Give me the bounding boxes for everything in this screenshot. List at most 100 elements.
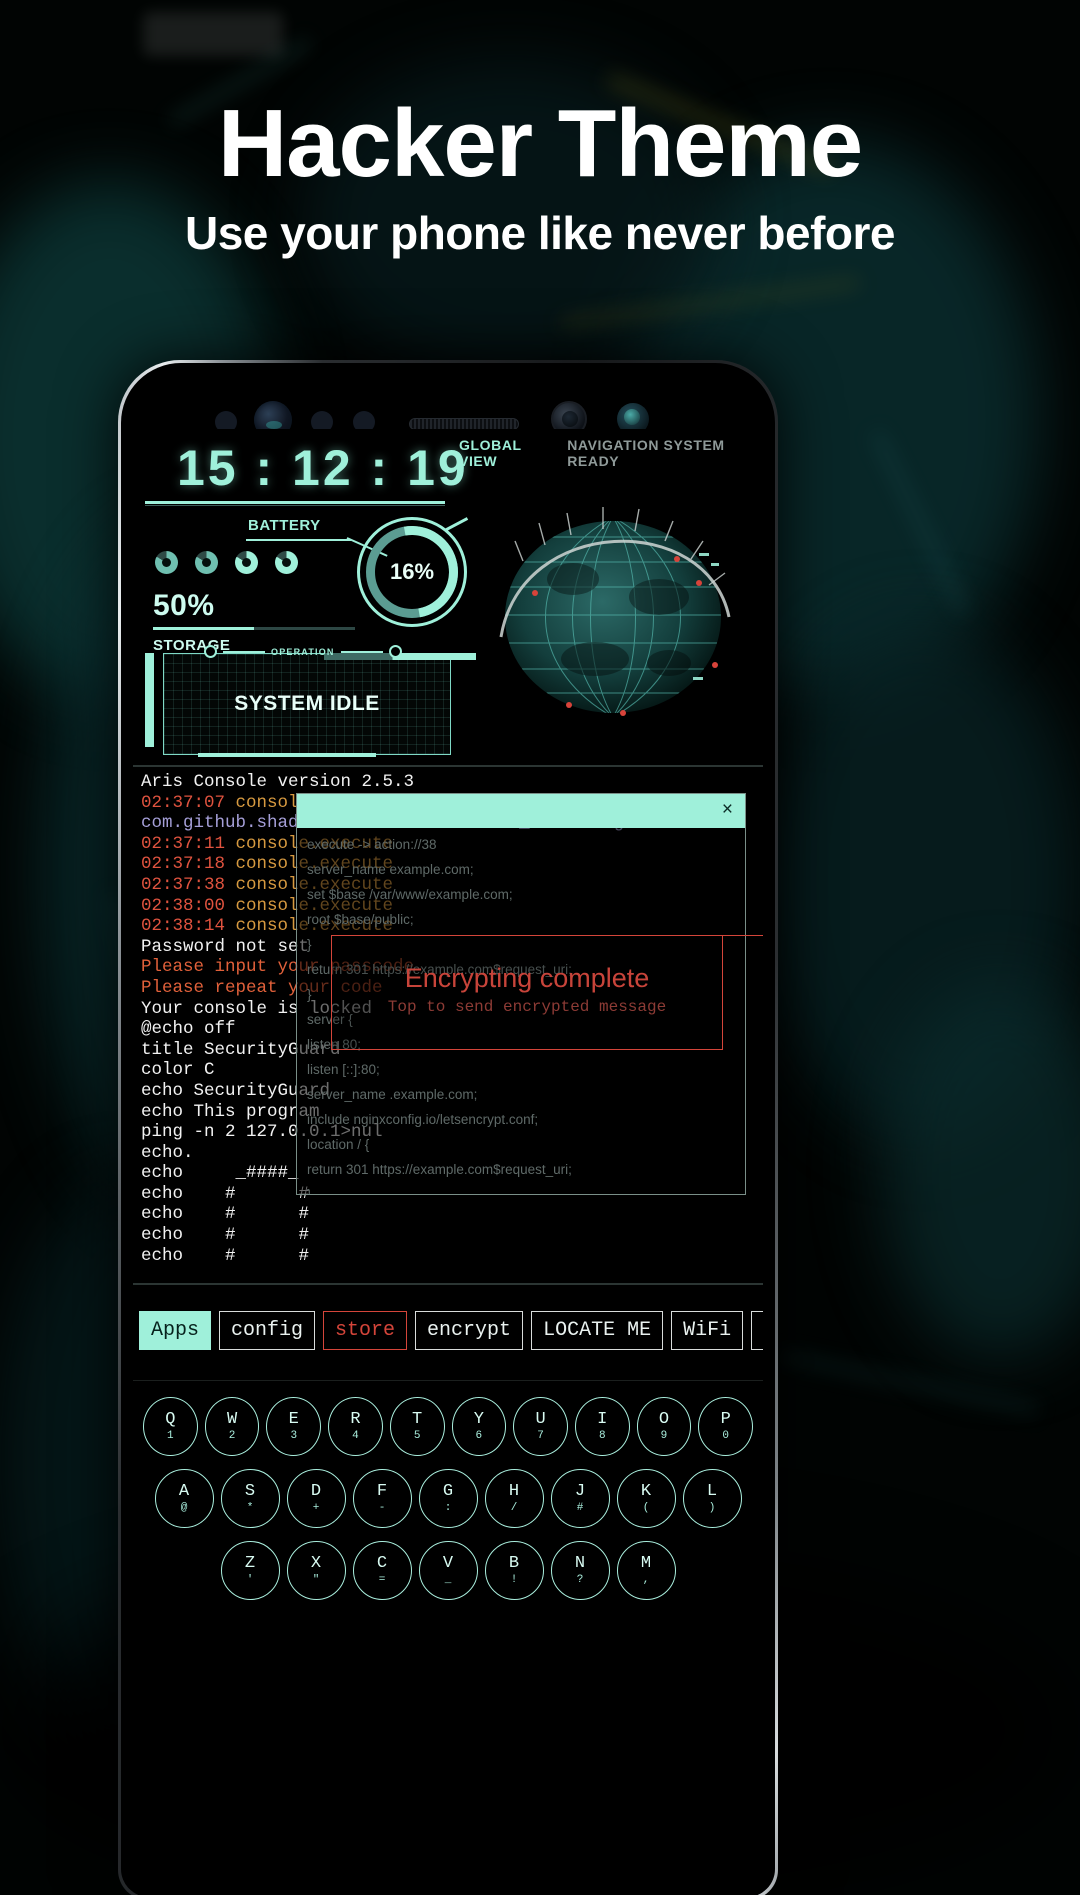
key-sub-label: = bbox=[378, 1574, 386, 1586]
key-sub-label: ( bbox=[642, 1502, 650, 1514]
key-y[interactable]: Y6 bbox=[451, 1397, 507, 1456]
status-dot bbox=[235, 551, 258, 574]
key-q[interactable]: Q1 bbox=[142, 1397, 198, 1456]
key-sub-label: ) bbox=[708, 1502, 716, 1514]
key-o[interactable]: O9 bbox=[636, 1397, 692, 1456]
key-sub-label: @ bbox=[180, 1502, 188, 1514]
key-m[interactable]: M, bbox=[616, 1541, 676, 1600]
chip-locate-me[interactable]: LOCATE ME bbox=[531, 1311, 664, 1350]
page-subtitle: Use your phone like never before bbox=[184, 207, 896, 259]
key-sub-label: 3 bbox=[290, 1430, 298, 1442]
key-sub-label: 8 bbox=[598, 1430, 606, 1442]
key-main-label: E bbox=[288, 1410, 299, 1429]
promo-screenshot: Hacker Theme Use your phone like never b… bbox=[0, 0, 1080, 1895]
key-e[interactable]: E3 bbox=[266, 1397, 322, 1456]
key-x[interactable]: X " bbox=[286, 1541, 346, 1600]
key-main-label: P bbox=[720, 1410, 731, 1429]
key-sub-label: ' bbox=[246, 1574, 254, 1586]
key-sub-label: 9 bbox=[660, 1430, 668, 1442]
keyboard-row-2: A @ S * D + F - G: H / J # K(L) bbox=[143, 1469, 753, 1528]
key-main-label: F bbox=[376, 1482, 388, 1501]
key-z[interactable]: Z ' bbox=[220, 1541, 280, 1600]
key-p[interactable]: P0 bbox=[698, 1397, 754, 1456]
status-dot bbox=[195, 551, 218, 574]
close-icon[interactable]: × bbox=[722, 800, 733, 819]
key-j[interactable]: J # bbox=[550, 1469, 610, 1528]
key-main-label: Y bbox=[473, 1410, 484, 1429]
console-version: Aris Console version 2.5.3 bbox=[141, 772, 415, 792]
key-sub-label: 0 bbox=[722, 1430, 729, 1442]
key-main-label: C bbox=[376, 1554, 388, 1573]
alert-subtitle: Top to send encrypted message bbox=[387, 997, 667, 1016]
chip-store[interactable]: store bbox=[323, 1311, 408, 1350]
key-h[interactable]: H / bbox=[484, 1469, 544, 1528]
key-n[interactable]: N? bbox=[550, 1541, 610, 1600]
storage-progress-bar bbox=[153, 627, 355, 630]
key-sub-label: 2 bbox=[228, 1430, 236, 1442]
key-w[interactable]: W2 bbox=[204, 1397, 260, 1456]
alert-red-line bbox=[723, 935, 763, 936]
key-r[interactable]: R4 bbox=[328, 1397, 383, 1456]
chip-encrypt[interactable]: encrypt bbox=[415, 1311, 524, 1350]
key-c[interactable]: C = bbox=[352, 1541, 412, 1600]
key-sub-label: 7 bbox=[537, 1430, 544, 1442]
operation-status: SYSTEM IDLE bbox=[234, 692, 380, 715]
key-sub-label: 1 bbox=[167, 1430, 174, 1442]
key-i[interactable]: I8 bbox=[574, 1397, 630, 1456]
key-sub-label: ! bbox=[510, 1574, 518, 1586]
key-l[interactable]: L) bbox=[682, 1469, 742, 1528]
chip-bluetooth[interactable]: Bluetooth bbox=[751, 1311, 763, 1350]
phone-screen: GLOBAL VIEW NAVIGATION SYSTEM READY 1 5 :… bbox=[133, 429, 763, 1895]
operation-panel: OPERATION SYSTEM IDLE bbox=[139, 645, 476, 757]
chip-wifi[interactable]: WiFi bbox=[671, 1311, 744, 1350]
key-sub-label: , bbox=[642, 1574, 650, 1586]
overlay-line: set $base /var/www/example.com; bbox=[307, 887, 513, 902]
key-d[interactable]: D + bbox=[286, 1469, 346, 1528]
quick-actions-bar: Apps config store encrypt LOCATE ME WiFi… bbox=[133, 1285, 763, 1381]
key-a[interactable]: A @ bbox=[154, 1469, 214, 1528]
key-main-label: I bbox=[597, 1410, 608, 1429]
key-sub-label: - bbox=[378, 1502, 386, 1514]
key-s[interactable]: S * bbox=[220, 1469, 280, 1528]
overlay-line: include nginxconfig.io/letsencrypt.conf; bbox=[307, 1112, 539, 1127]
key-sub-label: + bbox=[312, 1502, 320, 1514]
key-main-label: Z bbox=[244, 1554, 256, 1573]
key-main-label: K bbox=[640, 1482, 652, 1501]
on-screen-keyboard[interactable]: Q1W2E3R4T5Y6U7I8O9P0 A @ S * D + F - G: H / J # K(L) … bbox=[133, 1381, 763, 1895]
console-panel[interactable]: Aris Console version 2.5.3 02:37:07 cons… bbox=[133, 767, 763, 1285]
key-sub-label: : bbox=[444, 1502, 452, 1514]
phone-mockup: GLOBAL VIEW NAVIGATION SYSTEM READY 1 5 :… bbox=[118, 360, 778, 1895]
key-main-label: M bbox=[640, 1554, 652, 1573]
key-sub-label: 4 bbox=[352, 1430, 359, 1442]
encryption-alert-dialog[interactable]: Encrypting complete Top to send encrypte… bbox=[331, 935, 723, 1050]
battery-ring-gauge: 16% bbox=[347, 507, 477, 637]
key-sub-label: * bbox=[246, 1502, 254, 1514]
key-sub-label: 5 bbox=[413, 1430, 421, 1442]
key-t[interactable]: T5 bbox=[389, 1397, 445, 1456]
hud-panel: GLOBAL VIEW NAVIGATION SYSTEM READY 15 :… bbox=[133, 429, 763, 767]
hud-header: GLOBAL VIEW NAVIGATION SYSTEM READY bbox=[459, 437, 759, 469]
key-main-label: H bbox=[508, 1482, 520, 1501]
key-b[interactable]: B! bbox=[484, 1541, 544, 1600]
key-u[interactable]: U7 bbox=[513, 1397, 568, 1456]
status-dot bbox=[155, 551, 178, 574]
overlay-line: return 301 https://example.com$request_u… bbox=[307, 1162, 572, 1177]
key-main-label: S bbox=[244, 1482, 256, 1501]
key-main-label: L bbox=[706, 1482, 718, 1501]
key-f[interactable]: F- bbox=[352, 1469, 412, 1528]
key-main-label: W bbox=[226, 1410, 238, 1429]
key-main-label: Q bbox=[165, 1410, 176, 1429]
chip-config[interactable]: config bbox=[219, 1311, 316, 1350]
global-view-label: GLOBAL VIEW bbox=[459, 437, 522, 469]
key-v[interactable]: V _ bbox=[418, 1541, 478, 1600]
globe-svg bbox=[499, 507, 731, 716]
chip-apps[interactable]: Apps bbox=[139, 1311, 212, 1350]
key-k[interactable]: K( bbox=[616, 1469, 676, 1528]
navigation-status-label: NAVIGATION SYSTEM READY bbox=[567, 437, 725, 469]
overlay-titlebar: × bbox=[297, 794, 745, 828]
key-main-label: B bbox=[508, 1554, 520, 1573]
status-dots bbox=[155, 551, 298, 574]
key-sub-label: _ bbox=[444, 1574, 452, 1586]
key-g[interactable]: G: bbox=[418, 1469, 478, 1528]
key-sub-label: ? bbox=[576, 1574, 584, 1586]
